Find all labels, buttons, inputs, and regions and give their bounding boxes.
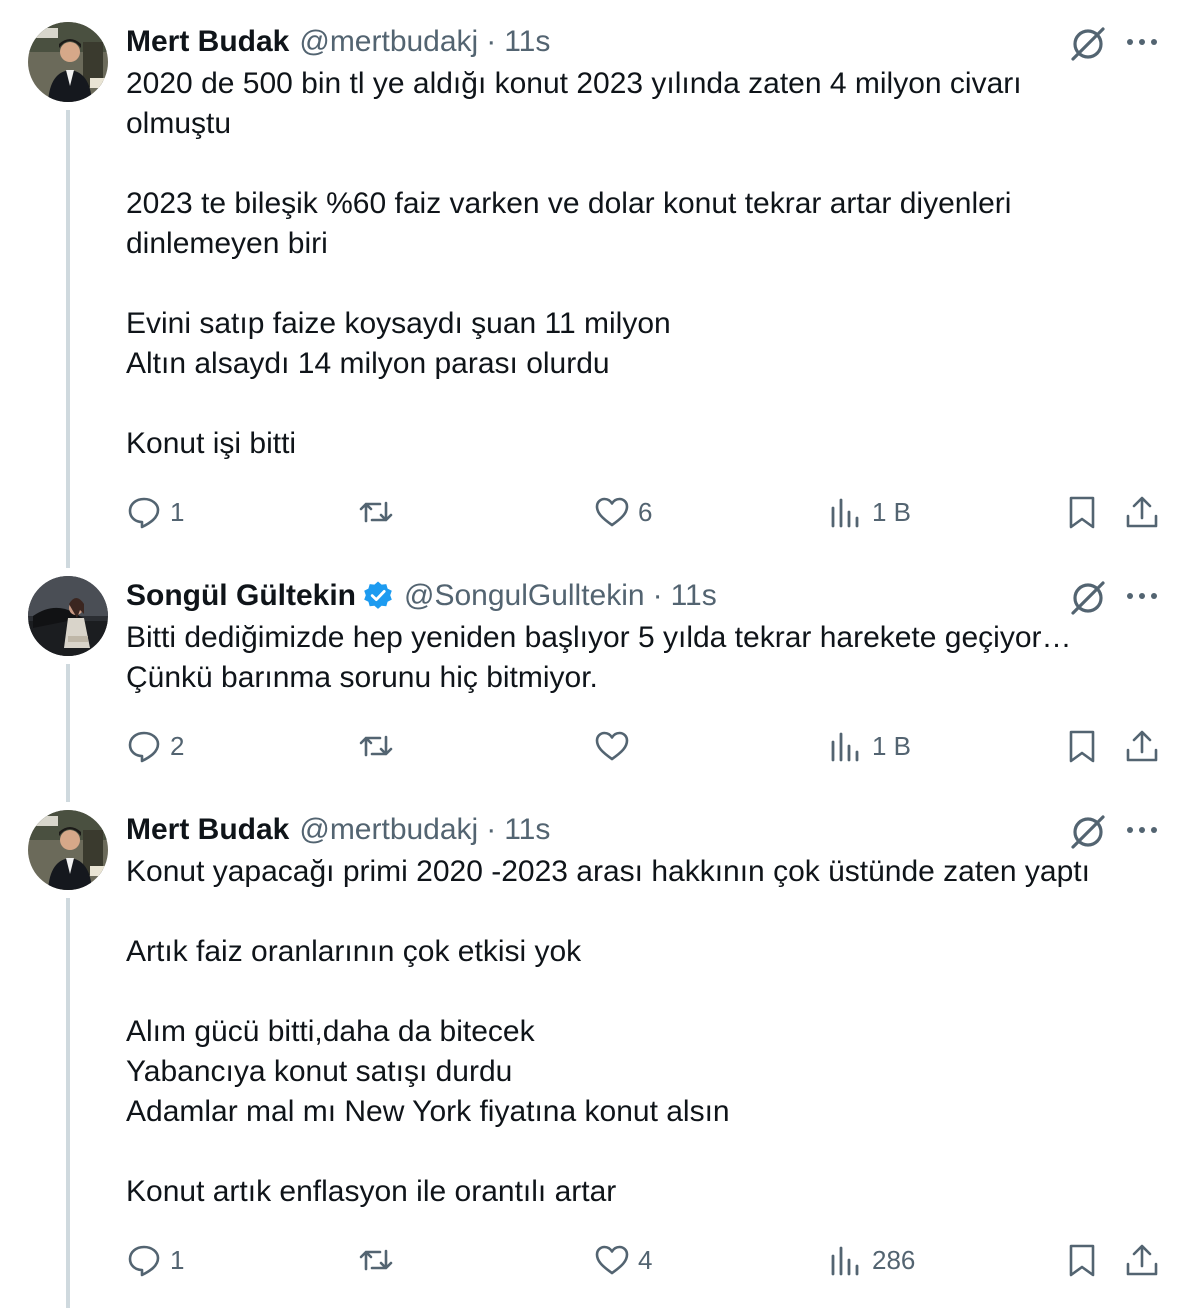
like-icon: [595, 731, 629, 761]
author-handle[interactable]: @SongulGulltekin: [404, 576, 645, 616]
like-count: 6: [638, 496, 653, 527]
like-button[interactable]: 4: [594, 1240, 652, 1280]
views-icon: [831, 498, 859, 528]
tweet-line: olmuştu: [126, 107, 232, 140]
more-icon[interactable]: [1124, 812, 1160, 848]
timestamp[interactable]: 11s: [671, 576, 717, 616]
reply-icon: [128, 731, 160, 763]
reply-count: 2: [170, 730, 185, 761]
share-icon: [1126, 730, 1158, 762]
tweet-line: Çünkü barınma sorunu hiç bitmiyor.: [126, 661, 598, 694]
tweet-text: 2020 de 500 bin tl ye aldığı konut 2023 …: [126, 64, 1136, 464]
repost-button[interactable]: [358, 492, 394, 532]
like-button[interactable]: [594, 726, 638, 766]
reply-count: 1: [170, 1244, 185, 1275]
views-count: 1 B: [872, 730, 912, 761]
tweet-header: Mert Budak @mertbudakj · 11s: [126, 810, 550, 850]
reply-count: 1: [170, 496, 185, 527]
bookmark-icon: [1069, 730, 1095, 763]
share-button[interactable]: [1124, 1240, 1160, 1280]
tweet-line: Alım gücü bitti,daha da bitecek: [126, 1015, 535, 1048]
avatar[interactable]: [28, 22, 108, 102]
tweet-text: Konut yapacağı primi 2020 -2023 arası ha…: [126, 852, 1136, 1212]
views-count: 1 B: [872, 496, 912, 527]
author-name[interactable]: Mert Budak: [126, 22, 289, 62]
tweet-line: dinlemeyen biri: [126, 227, 328, 260]
timestamp[interactable]: 11s: [504, 22, 550, 62]
reply-button[interactable]: 1: [126, 492, 184, 532]
share-button[interactable]: [1124, 726, 1160, 766]
author-name[interactable]: Mert Budak: [126, 810, 289, 850]
views-button[interactable]: 1 B: [828, 492, 911, 532]
author-name[interactable]: Songül Gültekin: [126, 576, 356, 616]
tweet-line: Altın alsaydı 14 milyon parası olurdu: [126, 347, 610, 380]
share-icon: [1126, 496, 1158, 528]
tweet-header: Songül Gültekin @SongulGulltekin · 11s: [126, 576, 717, 616]
action-bar: 2 1 B: [0, 726, 1194, 766]
share-button[interactable]: [1124, 492, 1160, 532]
reply-icon: [128, 1245, 160, 1277]
bookmark-button[interactable]: [1064, 726, 1100, 766]
tweet[interactable]: Mert Budak @mertbudakj · 11s 2020 de 500…: [0, 22, 1194, 532]
tweet-line: Konut yapacağı primi 2020 -2023 arası ha…: [126, 855, 1090, 888]
reply-button[interactable]: 1: [126, 1240, 184, 1280]
views-button[interactable]: 1 B: [828, 726, 911, 766]
bookmark-icon: [1069, 1244, 1095, 1277]
tweet-text: Bitti dediğimizde hep yeniden başlıyor 5…: [126, 618, 1136, 698]
tweet-line: Artık faiz oranlarının çok etkisi yok: [126, 935, 582, 968]
repost-button[interactable]: [358, 1240, 394, 1280]
tweet-line: Konut işi bitti: [126, 427, 297, 460]
more-icon[interactable]: [1124, 24, 1160, 60]
avatar[interactable]: [28, 810, 108, 890]
action-bar: 1 6 1 B: [0, 492, 1194, 532]
views-icon: [831, 1246, 859, 1276]
grok-icon[interactable]: [1068, 812, 1108, 852]
action-bar: 1 4 286: [0, 1240, 1194, 1280]
reply-icon: [128, 497, 160, 529]
like-icon: [595, 1245, 629, 1275]
views-button[interactable]: 286: [828, 1240, 915, 1280]
like-button[interactable]: 6: [594, 492, 652, 532]
repost-button[interactable]: [358, 726, 394, 766]
like-icon: [595, 497, 629, 527]
grok-icon[interactable]: [1068, 578, 1108, 618]
tweet[interactable]: Songül Gültekin @SongulGulltekin · 11s B…: [0, 576, 1194, 786]
tweet-line: Evini satıp faize koysaydı şuan 11 milyo…: [126, 307, 671, 340]
tweet-header: Mert Budak @mertbudakj · 11s: [126, 22, 550, 62]
repost-icon: [359, 735, 393, 757]
timestamp[interactable]: 11s: [504, 810, 550, 850]
like-count: 4: [638, 1244, 653, 1275]
tweet[interactable]: Mert Budak @mertbudakj · 11s Konut yapac…: [0, 810, 1194, 1290]
author-handle[interactable]: @mertbudakj: [299, 810, 478, 850]
more-icon[interactable]: [1124, 578, 1160, 614]
tweet-line: Bitti dediğimizde hep yeniden başlıyor 5…: [126, 621, 1072, 654]
repost-icon: [359, 1249, 393, 1271]
reply-button[interactable]: 2: [126, 726, 184, 766]
tweet-line: 2020 de 500 bin tl ye aldığı konut 2023 …: [126, 67, 1022, 100]
repost-icon: [359, 501, 393, 523]
bookmark-button[interactable]: [1064, 1240, 1100, 1280]
bookmark-button[interactable]: [1064, 492, 1100, 532]
separator: ·: [486, 813, 497, 846]
share-icon: [1126, 1244, 1158, 1276]
separator: ·: [486, 25, 497, 58]
bookmark-icon: [1069, 496, 1095, 529]
tweet-line: Konut artık enflasyon ile orantılı artar: [126, 1175, 617, 1208]
views-count: 286: [872, 1244, 916, 1275]
tweet-line: 2023 te bileşik %60 faiz varken ve dolar…: [126, 187, 1012, 220]
grok-icon[interactable]: [1068, 24, 1108, 64]
separator: ·: [652, 579, 663, 612]
avatar[interactable]: [28, 576, 108, 656]
views-icon: [831, 732, 859, 762]
tweet-line: Adamlar mal mı New York fiyatına konut a…: [126, 1095, 730, 1128]
author-handle[interactable]: @mertbudakj: [299, 22, 478, 62]
tweet-line: Yabancıya konut satışı durdu: [126, 1055, 513, 1088]
verified-badge-icon: [362, 580, 394, 612]
